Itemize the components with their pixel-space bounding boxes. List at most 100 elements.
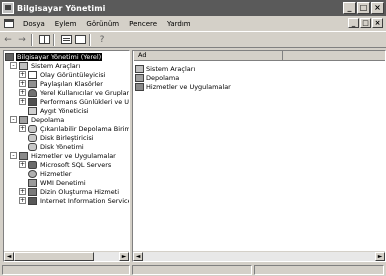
console-tree-pane[interactable]: Bilgisayar Yönetimi (Yerel) - Sistem Ara… [3,50,130,262]
tree-item-performance-logs[interactable]: + Performans Günlükleri ve Uyarılar [4,97,129,106]
expand-icon[interactable]: + [19,197,26,204]
performance-icon [28,97,37,106]
services-gear-icon [28,169,37,178]
child-close-button[interactable]: × [372,18,383,28]
tree-item-root[interactable]: Bilgisayar Yönetimi (Yerel) [4,52,129,61]
shared-folders-icon [28,79,37,88]
tree-item-wmi-control[interactable]: WMI Denetimi [4,178,129,187]
tree-item-event-viewer[interactable]: + Olay Görüntüleyicisi [4,70,129,79]
tree-item-label: Internet Information Services [40,196,130,205]
computer-management-window: Bilgisayar Yönetimi _ □ × Dosya Eylem Gö… [0,0,386,276]
menu-action[interactable]: Eylem [50,20,82,28]
tree-item-label: Paylaşılan Klasörler [40,79,103,88]
properties-button[interactable] [60,33,72,47]
expand-icon[interactable]: + [19,188,26,195]
tree-item-shared-folders[interactable]: + Paylaşılan Klasörler [4,79,129,88]
toolbar: ← → ? [0,31,386,48]
menu-window[interactable]: Pencere [124,20,162,28]
tree-item-services-applications[interactable]: - Hizmetler ve Uygulamalar [4,151,129,160]
list-item[interactable]: Sistem Araçları [135,64,231,73]
title-buttons: _ □ × [343,2,384,14]
tree-item-label: Microsoft SQL Servers [40,160,112,169]
list-item[interactable]: Depolama [135,73,231,82]
tree-item-label: Bilgisayar Yönetimi (Yerel) [16,52,103,61]
help-button[interactable]: ? [96,33,108,47]
toolbar-separator [89,33,91,46]
iis-icon [28,196,37,205]
tree-item-label: Dizin Oluşturma Hizmeti [40,187,120,196]
expand-icon[interactable]: + [19,89,26,96]
child-restore-button[interactable]: □ [360,18,371,28]
scroll-left-button[interactable]: ◄ [133,252,143,261]
tree-item-indexing-service[interactable]: + Dizin Oluşturma Hizmeti [4,187,129,196]
forward-arrow-icon: → [18,34,26,45]
maximize-button[interactable]: □ [357,2,370,14]
services-applications-icon [135,82,144,91]
console-window-icon[interactable] [4,19,14,28]
status-cell [254,265,384,275]
device-manager-icon [28,106,37,115]
details-horizontal-scrollbar[interactable]: ◄ ► [133,251,385,261]
window-title: Bilgisayar Yönetimi [17,3,106,13]
expand-icon[interactable]: + [19,98,26,105]
tree-horizontal-scrollbar[interactable]: ◄ ► [4,251,129,261]
scroll-left-button[interactable]: ◄ [4,252,14,261]
services-applications-icon [19,151,28,160]
title-bar[interactable]: Bilgisayar Yönetimi _ □ × [0,0,386,16]
details-pane[interactable]: Ad Sistem Araçları Depolama Hizmetler ve… [132,50,386,262]
tree-item-disk-management[interactable]: Disk Yönetimi [4,142,129,151]
child-minimize-button[interactable]: _ [348,18,359,28]
tree-item-label: WMI Denetimi [40,178,86,187]
tree-item-system-tools[interactable]: - Sistem Araçları [4,61,129,70]
wmi-icon [28,178,37,187]
console-tree: Bilgisayar Yönetimi (Yerel) - Sistem Ara… [4,52,129,205]
menu-file[interactable]: Dosya [18,20,50,28]
collapse-icon[interactable]: - [10,116,17,123]
expand-icon[interactable]: + [19,161,26,168]
menu-view[interactable]: Görünüm [81,20,124,28]
tree-item-disk-defragmenter[interactable]: Disk Birleştiricisi [4,133,129,142]
expand-icon[interactable]: + [19,125,26,132]
users-icon [28,88,37,97]
tree-item-iis[interactable]: + Internet Information Services [4,196,129,205]
back-button[interactable]: ← [2,33,14,47]
tree-item-local-users[interactable]: + Yerel Kullanıcılar ve Gruplar [4,88,129,97]
menu-help[interactable]: Yardım [162,20,196,28]
scroll-right-button[interactable]: ► [375,252,385,261]
export-list-button[interactable] [74,33,86,47]
expand-icon[interactable]: + [19,71,26,78]
tree-item-removable-storage[interactable]: + Çıkarılabilir Depolama Birimi [4,124,129,133]
tree-item-storage[interactable]: - Depolama [4,115,129,124]
tree-item-label: Sistem Araçları [31,61,81,70]
tree-item-device-manager[interactable]: Aygıt Yöneticisi [4,106,129,115]
tree-item-label: Hizmetler [40,169,72,178]
help-icon: ? [99,34,105,45]
collapse-icon[interactable]: - [10,152,17,159]
show-hide-tree-button[interactable] [38,33,50,47]
column-header-name[interactable]: Ad [133,51,283,61]
tree-item-label: Çıkarılabilir Depolama Birimi [40,124,130,133]
forward-button[interactable]: → [16,33,28,47]
tree-item-label: Disk Birleştiricisi [40,133,94,142]
tree-item-label: Hizmetler ve Uygulamalar [31,151,116,160]
tree-item-sql-servers[interactable]: + Microsoft SQL Servers [4,160,129,169]
status-bar [0,264,386,276]
scroll-thumb[interactable] [14,252,94,261]
list-item[interactable]: Hizmetler ve Uygulamalar [135,82,231,91]
toolbar-separator [31,33,33,46]
console-tree-icon [38,35,50,44]
collapse-icon[interactable]: - [10,62,17,69]
tree-item-services[interactable]: Hizmetler [4,169,129,178]
sql-server-icon [28,160,37,169]
export-list-icon [74,35,86,44]
disk-management-icon [28,142,37,151]
removable-storage-icon [28,124,37,133]
status-cell [132,265,252,275]
expand-icon[interactable]: + [19,80,26,87]
close-button[interactable]: × [371,2,384,14]
storage-icon [19,115,28,124]
system-tools-icon [135,64,144,73]
scroll-right-button[interactable]: ► [119,252,129,261]
minimize-button[interactable]: _ [343,2,356,14]
storage-icon [135,73,144,82]
